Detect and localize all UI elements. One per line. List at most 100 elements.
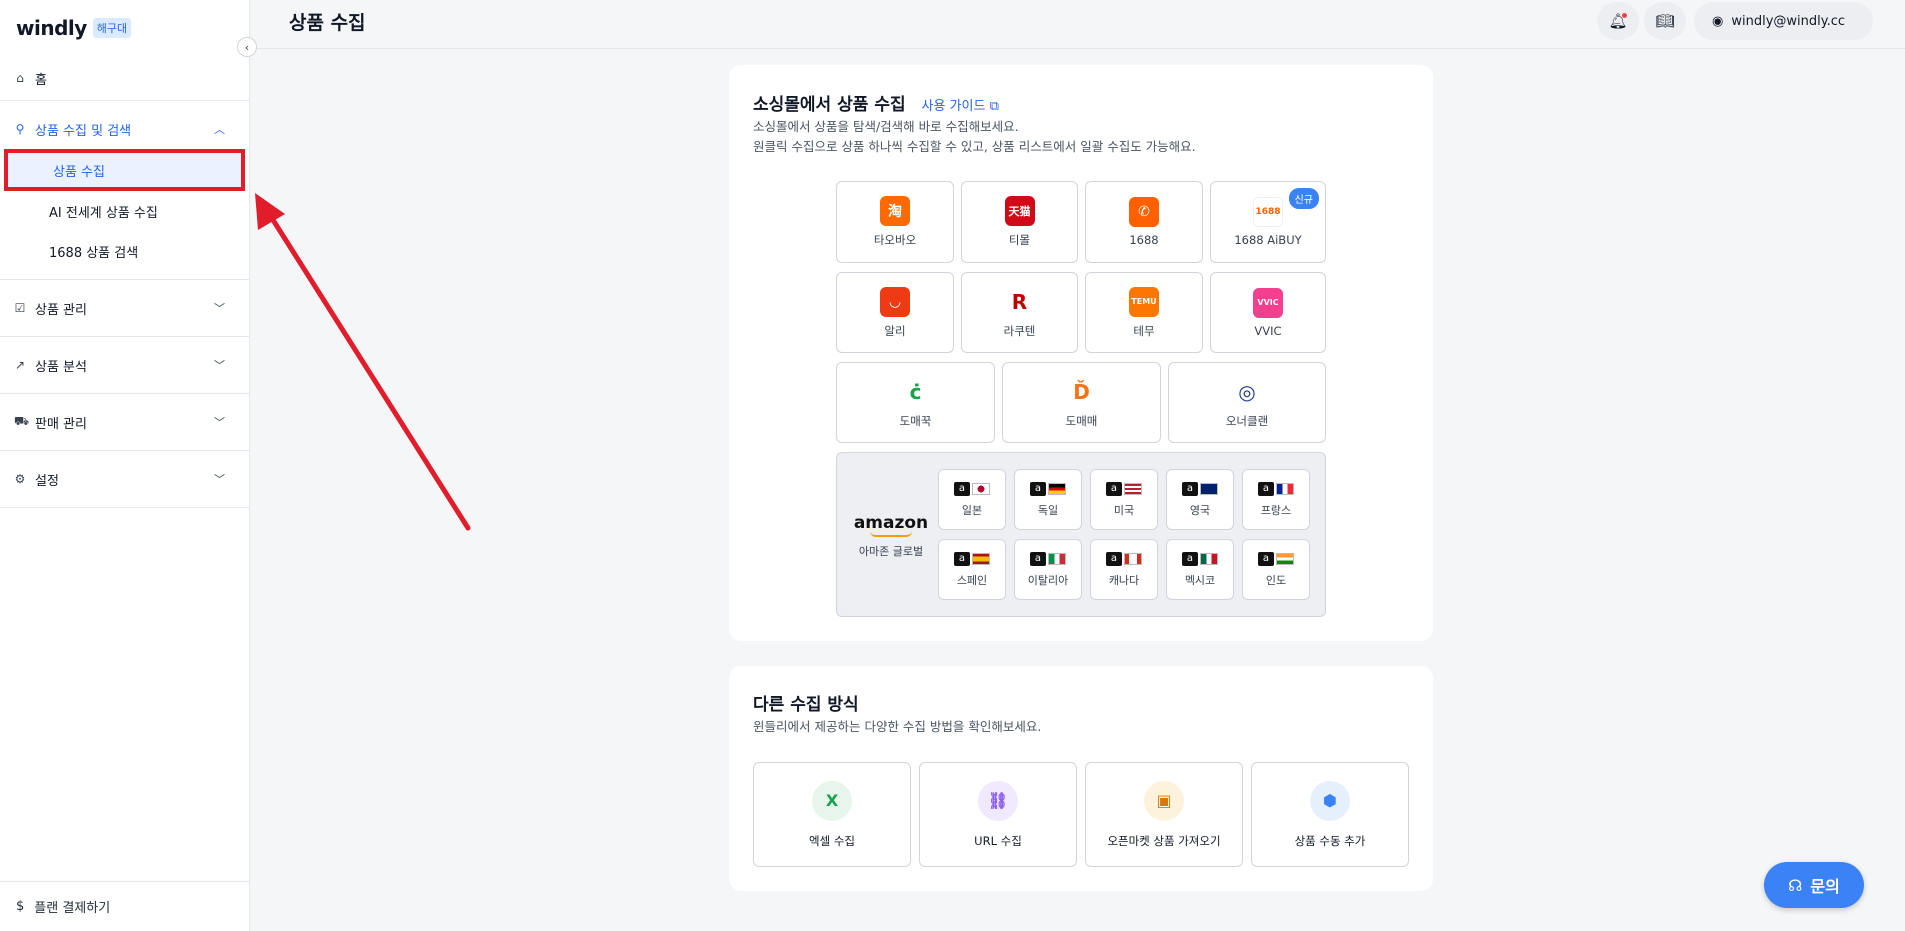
shop-tile-aliexpress[interactable]: ◡ 알리 (836, 272, 954, 353)
country-label: 스페인 (956, 573, 988, 587)
guide-book-button[interactable]: 📖︎ (1644, 2, 1686, 40)
plan-label: 플랜 결제하기 (34, 901, 111, 916)
shop-tile-temu[interactable]: TEMU 테무 (1085, 272, 1203, 353)
logo-badge: 해구대 (92, 18, 132, 38)
chevron-down-icon: ﹀ (214, 359, 225, 372)
hexagon-plus-icon: ⬢ (1310, 780, 1350, 821)
sidebar-item-product-collect[interactable]: 상품 수집 (4, 149, 245, 191)
spain-flag-icon (972, 552, 990, 565)
nav-group-analysis-label: 상품 분석 (35, 359, 87, 375)
windly-logo[interactable]: windly (16, 16, 87, 40)
nav-group-collect[interactable]: ⚲ 상품 수집 및 검색 ︿ (0, 109, 249, 149)
shop-tile-vvic[interactable]: VVIC VVIC (1210, 272, 1326, 353)
nav-group-settings-label: 설정 (35, 473, 59, 489)
shop-tile-1688-aibuy[interactable]: 1688 1688 AiBUY 신규 (1210, 181, 1326, 263)
inquiry-label: 문의 (1810, 877, 1840, 896)
nav-home[interactable]: ⌂ 홈 (0, 56, 249, 100)
shop-section-title-text: 소싱몰에서 상품 수집 (753, 95, 906, 115)
chart-icon: ↗ (14, 358, 26, 372)
gear-icon: ⚙ (14, 472, 26, 486)
shop-tile-tmall[interactable]: 天猫 티몰 (961, 181, 1078, 263)
shop-tile-ownerclan[interactable]: ◎ 오너클랜 (1168, 362, 1326, 443)
italy-flag-icon (1048, 552, 1066, 565)
shop-section-desc: 소싱몰에서 상품을 탐색/검색해 바로 수집해보세요. 원클릭 수집으로 상품 … (753, 117, 1196, 157)
manual-add-button[interactable]: ⬢ 상품 수동 추가 (1251, 762, 1409, 867)
shop-label: 도매매 (1065, 413, 1098, 428)
shop-tile-taobao[interactable]: 淘 타오바오 (836, 181, 954, 263)
home-icon: ⌂ (16, 71, 24, 85)
sidebar-item-ai-global-collect[interactable]: AI 전세계 상품 수집 (0, 191, 249, 231)
usage-guide-label: 사용 가이드 (921, 99, 986, 114)
usage-guide-link[interactable]: 사용 가이드 ⧉ (922, 99, 999, 114)
uk-flag-icon (1200, 482, 1218, 495)
amazon-country-usa[interactable]: a 미국 (1090, 469, 1158, 530)
shop-tile-1688[interactable]: ✆ 1688 (1085, 181, 1203, 263)
excel-icon: X (812, 780, 852, 821)
sidebar-item-1688-search[interactable]: 1688 상품 검색 (0, 231, 249, 271)
nav-group-manage[interactable]: ☑ 상품 관리 ﹀ (0, 288, 249, 328)
shop-tile-rakuten[interactable]: R 라쿠텐 (961, 272, 1078, 353)
country-label: 미국 (1113, 503, 1135, 517)
country-label: 이탈리아 (1027, 573, 1069, 587)
japan-flag-icon (972, 482, 990, 495)
other-section-title: 다른 수집 방식 (753, 695, 859, 715)
shop-label: 티몰 (1008, 233, 1031, 247)
other-methods-card: 다른 수집 방식 윈들리에서 제공하는 다양한 수집 방법을 확인해보세요. X… (729, 666, 1433, 891)
amazon-country-spain[interactable]: a 스페인 (938, 539, 1006, 600)
country-label: 프랑스 (1260, 503, 1292, 517)
user-account-button[interactable]: ◉ windly@windly.cc (1694, 2, 1873, 40)
canada-flag-icon (1124, 552, 1142, 565)
openmarket-import-button[interactable]: ▣ 오픈마켓 상품 가져오기 (1085, 762, 1243, 867)
nav-home-label: 홈 (35, 72, 47, 88)
shop-label: 오너클랜 (1225, 413, 1269, 428)
nav-group-collect-label: 상품 수집 및 검색 (35, 123, 132, 139)
amazon-a-icon: a (1030, 481, 1046, 496)
taobao-logo-icon: 淘 (880, 196, 910, 226)
1688-aibuy-logo-icon: 1688 (1253, 197, 1283, 227)
amazon-a-icon: a (1182, 481, 1198, 496)
amazon-a-icon: a (1258, 551, 1274, 566)
amazon-a-icon: a (1182, 551, 1198, 566)
amazon-country-japan[interactable]: a 일본 (938, 469, 1006, 530)
link-icon: ⛓ (978, 780, 1018, 821)
nav-group-settings[interactable]: ⚙ 설정 ﹀ (0, 459, 249, 499)
external-link-icon: ⧉ (989, 99, 999, 114)
notification-button[interactable]: 🔔︎ (1597, 2, 1639, 40)
url-collect-button[interactable]: ⛓ URL 수집 (919, 762, 1077, 867)
amazon-a-icon: a (954, 551, 970, 566)
amazon-country-germany[interactable]: a 독일 (1014, 469, 1082, 530)
amazon-country-uk[interactable]: a 영국 (1166, 469, 1234, 530)
amazon-country-france[interactable]: a 프랑스 (1242, 469, 1310, 530)
user-email: windly@windly.cc (1731, 13, 1845, 29)
shop-desc-line2: 원클릭 수집으로 상품 하나씩 수집할 수 있고, 상품 리스트에서 일괄 수집… (753, 139, 1196, 154)
nav-group-sales[interactable]: ⛟ 판매 관리 ﹀ (0, 402, 249, 442)
aliexpress-logo-icon: ◡ (880, 286, 910, 317)
chevron-left-icon: ‹ (244, 40, 250, 54)
inquiry-chat-button[interactable]: ☊ 문의 (1764, 862, 1864, 908)
shop-collect-card: 소싱몰에서 상품 수집 사용 가이드 ⧉ 소싱몰에서 상품을 탐색/검색해 바로… (729, 65, 1433, 641)
mexico-flag-icon (1200, 552, 1218, 565)
ownerclan-logo-icon: ◎ (1232, 376, 1262, 407)
temu-logo-icon: TEMU (1129, 286, 1159, 317)
country-label: 독일 (1037, 503, 1059, 517)
amazon-country-india[interactable]: a 인도 (1242, 539, 1310, 600)
vvic-logo-icon: VVIC (1253, 287, 1283, 318)
amazon-country-mexico[interactable]: a 멕시코 (1166, 539, 1234, 600)
collapse-sidebar-button[interactable]: ‹ (237, 37, 257, 57)
checkbox-icon: ☑ (14, 301, 26, 315)
method-label: 오픈마켓 상품 가져오기 (1107, 833, 1221, 848)
shop-tile-domeme[interactable]: Ď 도매매 (1002, 362, 1161, 443)
country-label: 캐나다 (1108, 573, 1140, 587)
shop-tile-domeggook[interactable]: ċ 도매꾹 (836, 362, 995, 443)
box-import-icon: ▣ (1144, 780, 1184, 821)
amazon-a-icon: a (1106, 551, 1122, 566)
method-label: URL 수집 (974, 833, 1022, 848)
amazon-country-canada[interactable]: a 캐나다 (1090, 539, 1158, 600)
nav-group-analysis[interactable]: ↗ 상품 분석 ﹀ (0, 345, 249, 385)
excel-collect-button[interactable]: X 엑셀 수집 (753, 762, 911, 867)
amazon-a-icon: a (1030, 551, 1046, 566)
amazon-country-italy[interactable]: a 이탈리아 (1014, 539, 1082, 600)
plan-payment-link[interactable]: $ 플랜 결제하기 (0, 881, 250, 931)
shop-label: 타오바오 (873, 233, 917, 247)
country-label: 일본 (961, 503, 983, 517)
